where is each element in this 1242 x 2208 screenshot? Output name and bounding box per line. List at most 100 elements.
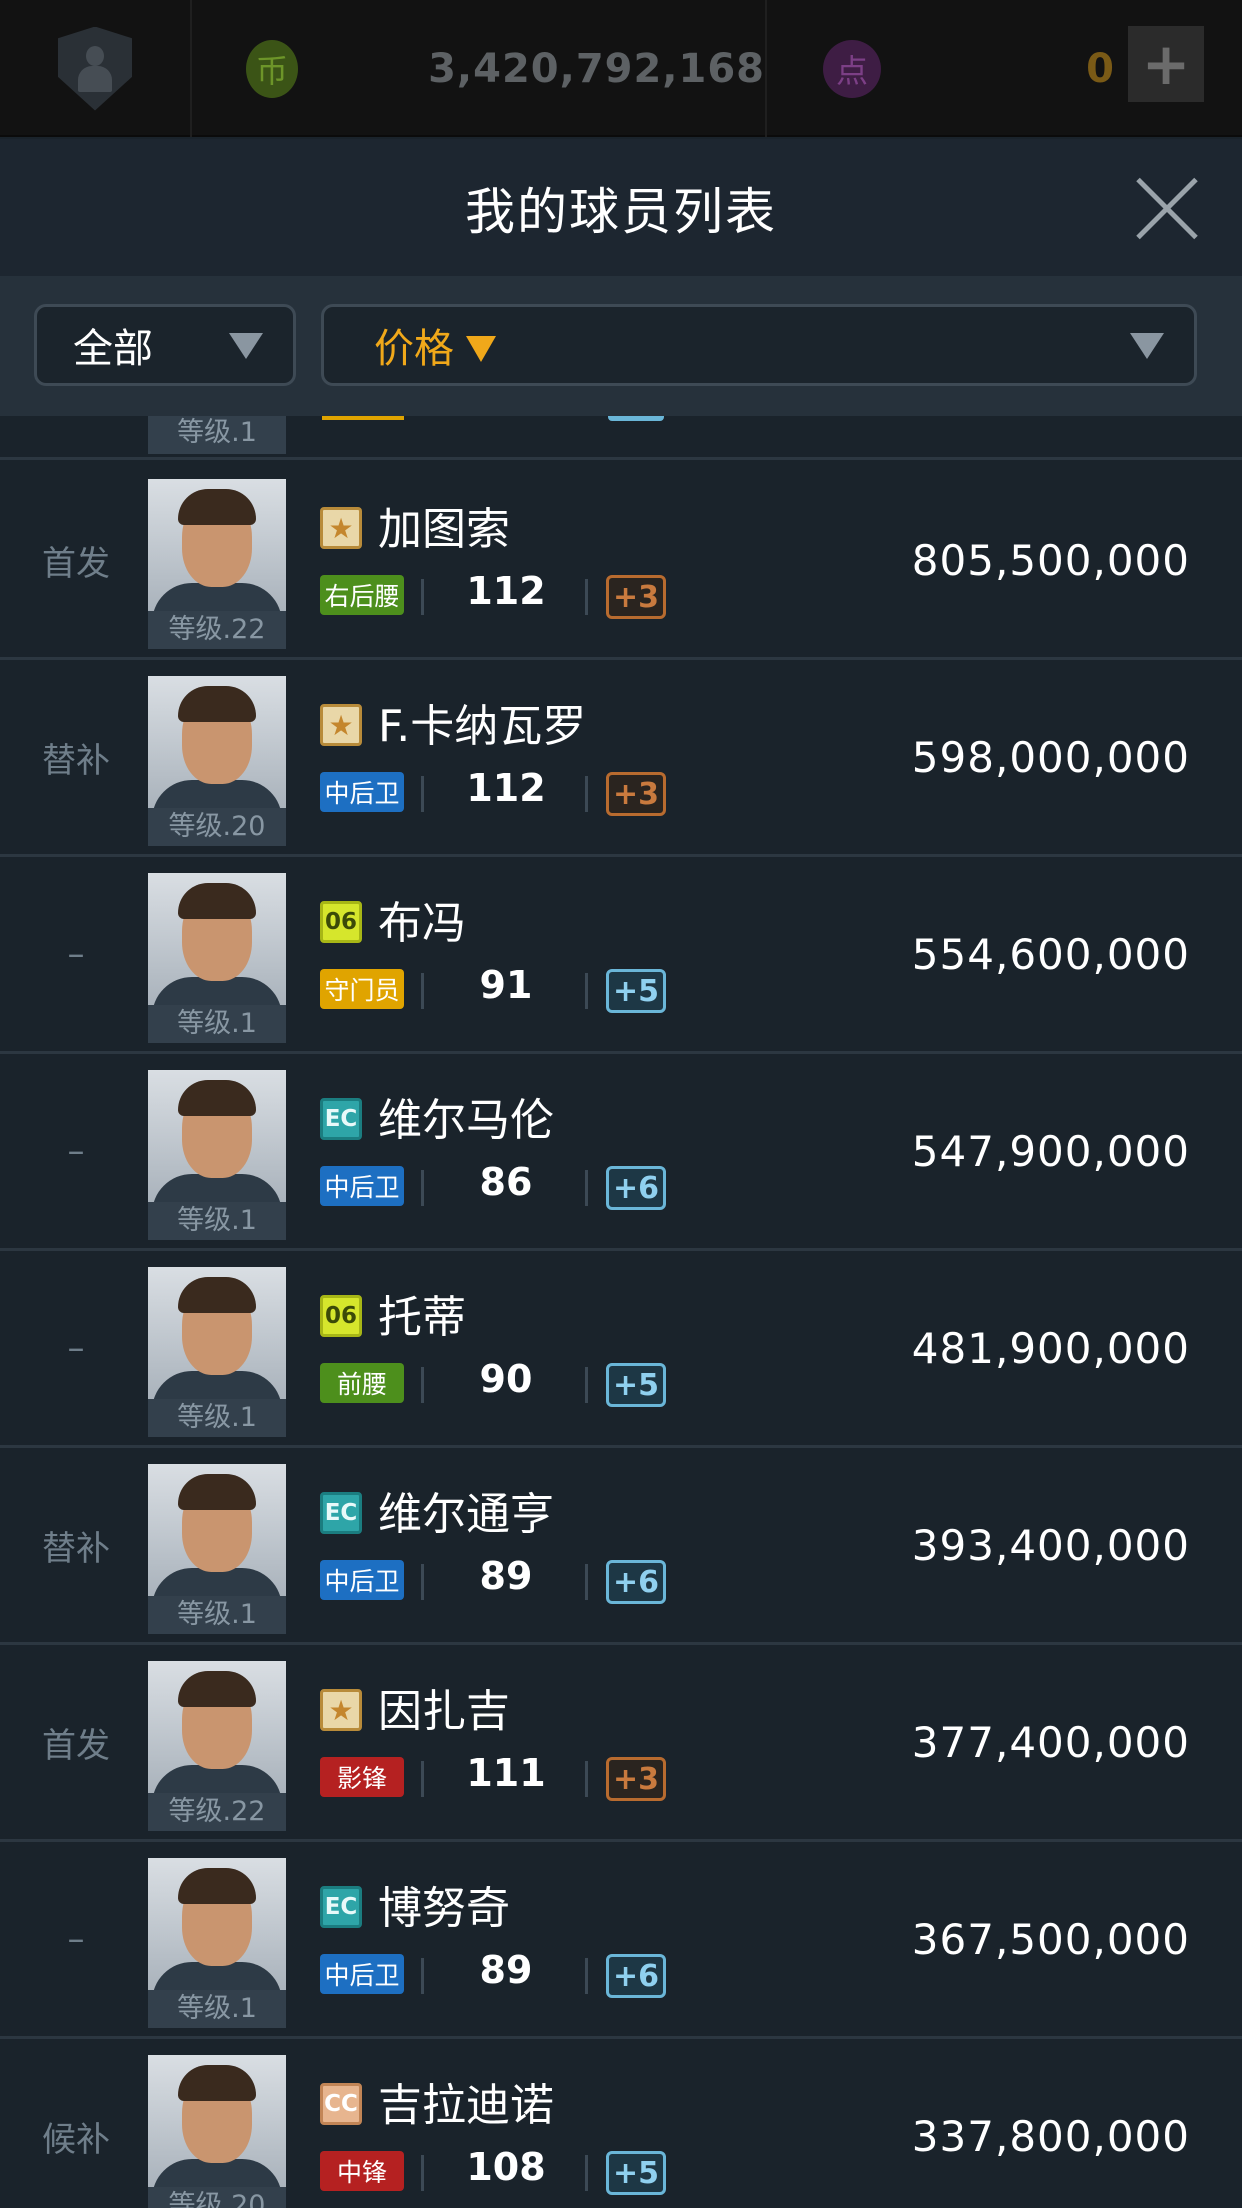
- overall-rating: 112: [466, 766, 546, 810]
- card-type-icon: ★: [320, 704, 362, 746]
- club-badge[interactable]: [0, 0, 192, 137]
- divider: [421, 1564, 424, 1600]
- player-name: 加图索: [378, 504, 510, 555]
- divider: [585, 579, 588, 615]
- player-price: 547,900,000: [911, 1126, 1190, 1176]
- page-title: 我的球员列表: [465, 182, 777, 241]
- position-tag: 中后卫: [320, 772, 404, 812]
- squad-status: 候补: [42, 2119, 110, 2160]
- player-photo[interactable]: 等级.1: [148, 1267, 286, 1437]
- player-level: 等级.1: [148, 416, 286, 454]
- player-name: F.卡纳瓦罗: [378, 701, 587, 752]
- player-price: 805,500,000: [911, 535, 1190, 585]
- player-row[interactable]: 首发 等级.22 ★ 因扎吉 影锋 111 +3 377,400,000: [0, 1645, 1242, 1842]
- overall-rating: 112: [466, 569, 546, 613]
- overall-rating: 91: [479, 963, 533, 1007]
- player-photo[interactable]: 等级.1: [148, 1464, 286, 1634]
- close-button[interactable]: [1136, 177, 1198, 239]
- player-price: 554,600,000: [911, 929, 1190, 979]
- coin-amount: 3,420,792,168: [428, 45, 765, 92]
- divider: [585, 1761, 588, 1797]
- player-level: 等级.1: [148, 1399, 286, 1437]
- divider: [421, 579, 424, 615]
- upgrade-badge: +6: [606, 1560, 666, 1604]
- player-level: 等级.1: [148, 1202, 286, 1240]
- player-photo[interactable]: 等级.22: [148, 1661, 286, 1831]
- player-name: 吉拉迪诺: [378, 2080, 554, 2131]
- card-type-icon: 06: [320, 1295, 362, 1337]
- player-level: 等级.1: [148, 1005, 286, 1043]
- player-photo[interactable]: 等级.20: [148, 676, 286, 846]
- squad-status: 首发: [42, 1725, 110, 1766]
- sort-descending-icon: [466, 336, 496, 362]
- player-row[interactable]: – 等级.1 EC 维尔马伦 中后卫 86 +6 547,900,000: [0, 1054, 1242, 1251]
- divider: [585, 973, 588, 1009]
- card-type-icon: ★: [320, 507, 362, 549]
- divider: [585, 1367, 588, 1403]
- player-row[interactable]: 替补 等级.20 ★ F.卡纳瓦罗 中后卫 112 +3 598,000,000: [0, 660, 1242, 857]
- overall-rating: 111: [466, 1751, 546, 1795]
- card-type-icon: EC: [320, 1886, 362, 1928]
- player-row[interactable]: – 等级.1 06 托蒂 前腰 90 +5 481,900,000: [0, 1251, 1242, 1448]
- card-type-icon: EC: [320, 1098, 362, 1140]
- player-price: 337,800,000: [911, 2111, 1190, 2161]
- player-row[interactable]: 首发 等级.22 ★ 加图索 右后腰 112 +3 805,500,000: [0, 463, 1242, 660]
- player-level: 等级.20: [148, 808, 286, 846]
- upgrade-badge: +5: [606, 2151, 666, 2195]
- currency-bar: 币 3,420,792,168 点 0 +: [0, 0, 1242, 137]
- player-photo[interactable]: 等级.1: [148, 1070, 286, 1240]
- player-row[interactable]: – 等级.1 EC 博努奇 中后卫 89 +6 367,500,000: [0, 1842, 1242, 2039]
- upgrade-badge: +5: [606, 1363, 666, 1407]
- divider: [585, 1170, 588, 1206]
- player-level: 等级.1: [148, 1990, 286, 2028]
- player-price: 367,500,000: [911, 1914, 1190, 1964]
- upgrade-badge: +5: [606, 969, 666, 1013]
- player-photo[interactable]: 等级.1: [148, 1858, 286, 2028]
- player-name: 托蒂: [378, 1292, 466, 1343]
- add-points-button[interactable]: +: [1128, 26, 1204, 102]
- squad-status: –: [67, 1328, 85, 1368]
- filter-bar: 全部 价格: [0, 276, 1242, 416]
- list-item-partial[interactable]: 等级.1: [0, 416, 1242, 460]
- overall-rating: 90: [479, 1357, 533, 1401]
- category-dropdown[interactable]: 全部: [34, 304, 296, 386]
- sort-dropdown[interactable]: 价格: [321, 304, 1197, 386]
- player-photo[interactable]: 等级.1: [148, 873, 286, 1043]
- player-row[interactable]: – 等级.1 06 布冯 守门员 91 +5 554,600,000: [0, 857, 1242, 1054]
- title-bar: 我的球员列表: [0, 139, 1242, 276]
- player-row[interactable]: 替补 等级.1 EC 维尔通亨 中后卫 89 +6 393,400,000: [0, 1448, 1242, 1645]
- player-price: 481,900,000: [911, 1323, 1190, 1373]
- player-list[interactable]: 等级.1 首发 等级.22 ★ 加图索 右后腰 112 +3 805,500,000 替补 等级.…: [0, 416, 1242, 2208]
- squad-status: 替补: [42, 1528, 110, 1569]
- upgrade-badge: +6: [606, 1166, 666, 1210]
- player-name: 维尔马伦: [378, 1095, 554, 1146]
- divider: [421, 1761, 424, 1797]
- position-tag: 影锋: [320, 1757, 404, 1797]
- squad-status: –: [67, 1919, 85, 1959]
- position-tag: 中后卫: [320, 1166, 404, 1206]
- point-balance: 点 0 +: [767, 0, 1242, 137]
- player-photo[interactable]: 等级.20: [148, 2055, 286, 2208]
- player-price: 393,400,000: [911, 1520, 1190, 1570]
- chevron-down-icon: [1130, 333, 1164, 359]
- player-level: 等级.22: [148, 1793, 286, 1831]
- player-row[interactable]: 候补 等级.20 CC 吉拉迪诺 中锋 108 +5 337,800,000: [0, 2039, 1242, 2208]
- divider: [421, 1367, 424, 1403]
- sort-dropdown-label: 价格: [374, 316, 496, 374]
- position-tag: 中后卫: [320, 1560, 404, 1600]
- divider: [585, 1564, 588, 1600]
- sort-label-text: 价格: [374, 326, 454, 372]
- overall-rating: 108: [466, 2145, 546, 2189]
- point-amount: 0: [1086, 45, 1114, 92]
- player-level: 等级.20: [148, 2187, 286, 2208]
- overall-rating: 86: [479, 1160, 533, 1204]
- player-level: 等级.22: [148, 611, 286, 649]
- card-type-icon: ★: [320, 1689, 362, 1731]
- position-tag: 右后腰: [320, 575, 404, 615]
- upgrade-badge: +6: [606, 1954, 666, 1998]
- upgrade-badge: +3: [606, 1757, 666, 1801]
- card-type-icon: 06: [320, 901, 362, 943]
- divider: [585, 776, 588, 812]
- player-photo[interactable]: 等级.22: [148, 479, 286, 649]
- coin-balance: 币 3,420,792,168: [192, 0, 767, 137]
